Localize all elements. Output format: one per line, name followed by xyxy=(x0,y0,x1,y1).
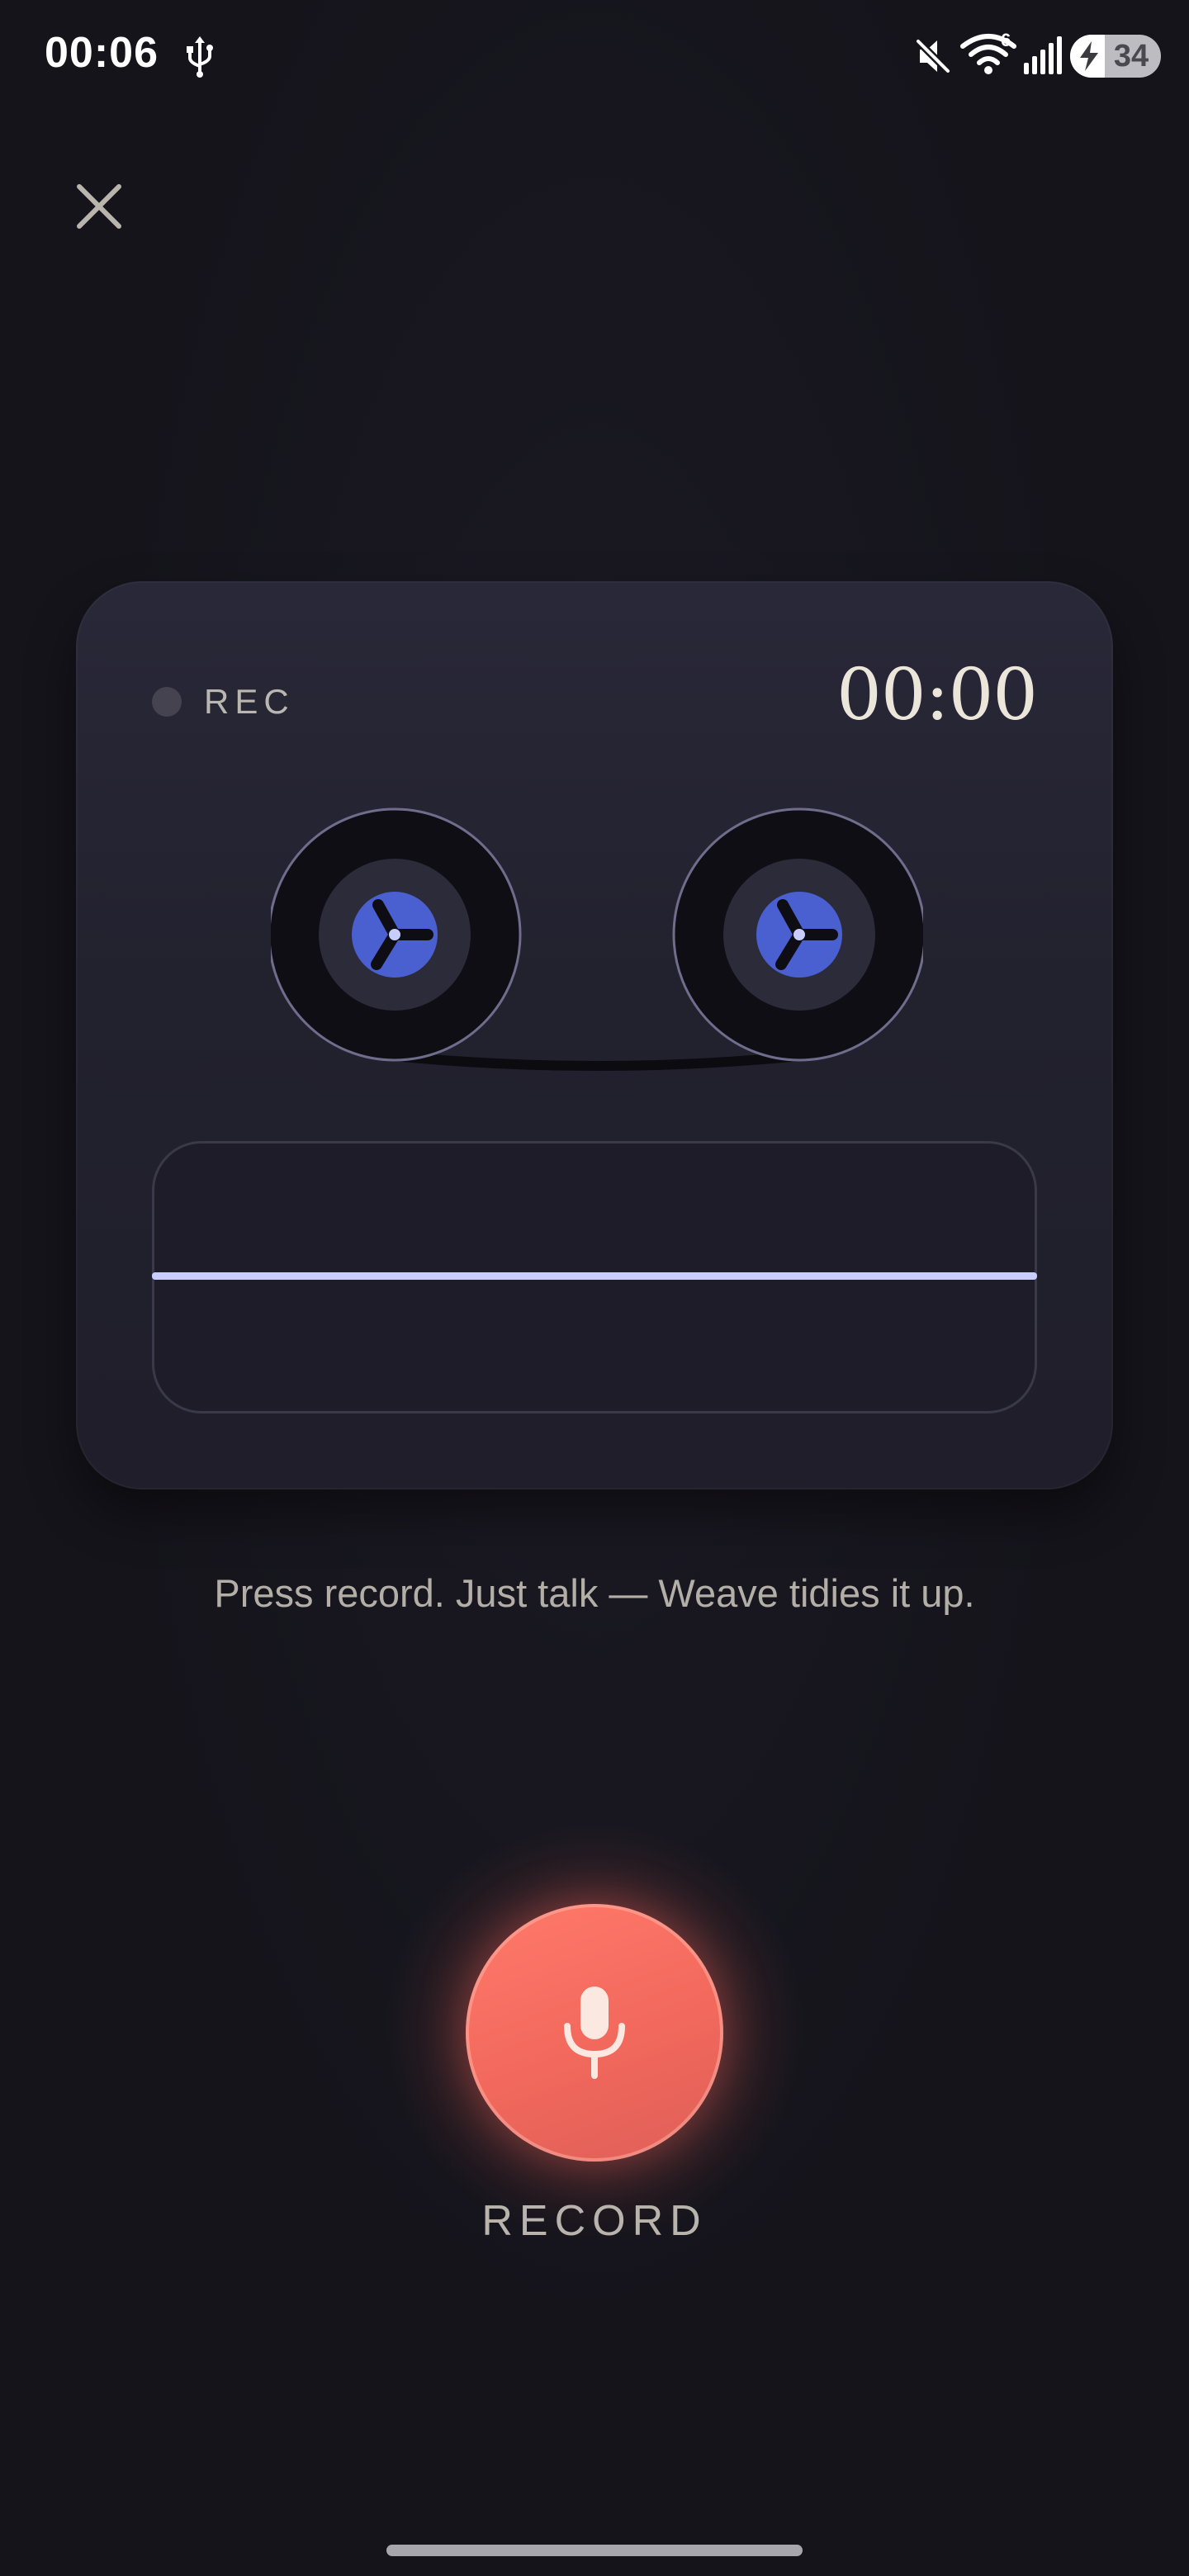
record-button[interactable] xyxy=(466,1904,723,2162)
waveform-line xyxy=(152,1272,1037,1280)
status-bar: 00:06 6 34 xyxy=(0,0,1189,107)
microphone-icon xyxy=(564,1986,625,2079)
rec-indicator-dot xyxy=(152,687,182,717)
left-reel xyxy=(271,807,522,1062)
signal-icon xyxy=(1024,36,1062,74)
close-icon xyxy=(77,184,121,229)
tape-strip xyxy=(365,1049,829,1071)
prompt-text: Press record. Just talk — Weave tidies i… xyxy=(214,1571,975,1615)
bolt-icon xyxy=(1080,41,1098,71)
record-label: RECORD xyxy=(481,2197,708,2245)
battery-icon: 34 xyxy=(1070,35,1161,78)
status-time: 00:06 xyxy=(45,29,159,77)
right-reel xyxy=(672,807,923,1062)
tape-reels xyxy=(271,807,923,1071)
recording-timer: 00:00 xyxy=(836,654,1038,736)
mute-icon xyxy=(914,37,952,75)
battery-level: 34 xyxy=(1113,39,1149,73)
waveform-panel xyxy=(152,1141,1037,1413)
rec-label: REC xyxy=(204,682,295,721)
wifi-badge: 6 xyxy=(1001,30,1011,50)
recorder-card: REC 00:00 xyxy=(76,581,1113,1489)
close-button[interactable] xyxy=(66,173,132,239)
home-indicator[interactable] xyxy=(386,2545,803,2556)
usb-icon xyxy=(187,36,213,78)
